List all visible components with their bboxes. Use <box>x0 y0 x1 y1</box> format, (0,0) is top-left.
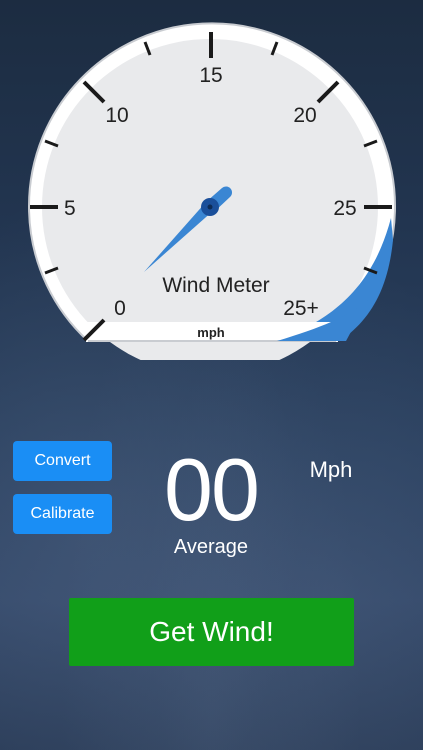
calibrate-button[interactable]: Calibrate <box>13 494 112 534</box>
readout-caption: Average <box>173 536 249 558</box>
convert-button[interactable]: Convert <box>13 441 112 481</box>
gauge-unit-label: mph <box>197 325 225 340</box>
get-wind-button[interactable]: Get Wind! <box>69 598 354 666</box>
tick-label-10: 10 <box>105 104 128 127</box>
tick-label-20: 20 <box>293 104 316 127</box>
gauge-title: Wind Meter <box>162 274 269 297</box>
wind-speed-readout: 00 <box>164 440 260 539</box>
tick-label-15: 15 <box>199 64 222 87</box>
tick-label-25-plus: 25+ <box>283 297 319 320</box>
tick-label-25: 25 <box>333 197 356 220</box>
unit-label[interactable]: Mph <box>296 457 366 483</box>
tick-label-5: 5 <box>64 197 76 220</box>
wind-gauge: 15 10 20 5 25 0 25+ Wind Meter mph <box>28 22 396 360</box>
tick-label-0: 0 <box>114 297 126 320</box>
